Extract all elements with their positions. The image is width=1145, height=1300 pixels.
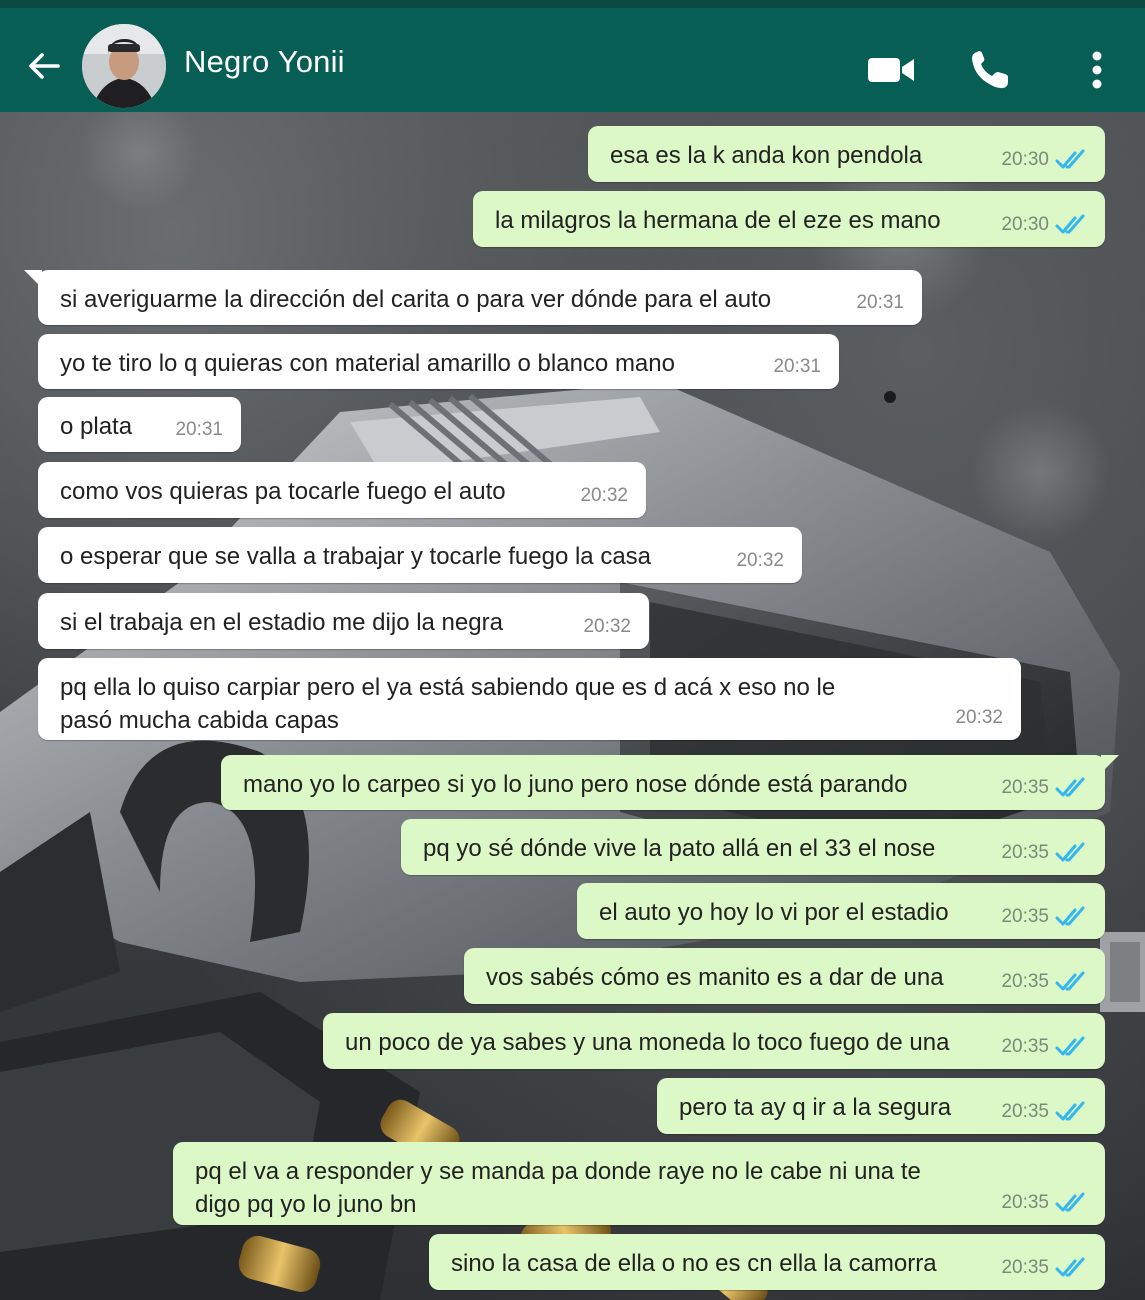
outgoing-message[interactable]: el auto yo hoy lo vi por el estadio 20:3… <box>577 883 1105 939</box>
incoming-message[interactable]: si el trabaja en el estadio me dijo la n… <box>38 593 649 649</box>
incoming-message[interactable]: como vos quieras pa tocarle fuego el aut… <box>38 462 646 518</box>
message-time: 20:35 <box>1001 906 1049 927</box>
message-meta: 20:35 <box>1001 900 1089 933</box>
message-time: 20:35 <box>1001 971 1049 992</box>
phone-icon[interactable] <box>968 48 1012 92</box>
message-meta: 20:35 <box>1001 836 1089 869</box>
read-receipt-icon <box>1055 971 1085 990</box>
bubble-tail <box>1101 755 1119 773</box>
message-meta: 20:35 <box>1001 1186 1089 1219</box>
outgoing-message[interactable]: un poco de ya sabes y una moneda lo toco… <box>323 1013 1105 1069</box>
message-text: un poco de ya sabes y una moneda lo toco… <box>345 1029 950 1056</box>
outgoing-message[interactable]: pq yo sé dónde vive la pato allá en el 3… <box>401 819 1105 875</box>
outgoing-message[interactable]: pero ta ay q ir a la segura 20:35 <box>657 1078 1105 1134</box>
message-text: pero ta ay q ir a la segura <box>679 1094 952 1121</box>
message-text: esa es la k anda kon pendola <box>610 142 923 169</box>
more-options-icon[interactable] <box>1086 48 1108 92</box>
message-meta: 20:32 <box>955 701 1003 734</box>
outgoing-message[interactable]: sino la casa de ella o no es cn ella la … <box>429 1234 1105 1290</box>
outgoing-message[interactable]: esa es la k anda kon pendola 20:30 <box>588 126 1105 182</box>
outgoing-message[interactable]: mano yo lo carpeo si yo lo juno pero nos… <box>221 755 1119 810</box>
message-meta: 20:32 <box>580 479 628 512</box>
read-receipt-icon <box>1055 149 1085 168</box>
contact-avatar[interactable] <box>82 24 166 108</box>
contact-name[interactable]: Negro Yonii <box>184 44 345 80</box>
read-receipt-icon <box>1055 906 1085 925</box>
read-receipt-icon <box>1055 1192 1085 1211</box>
message-meta: 20:31 <box>773 350 821 383</box>
message-meta: 20:35 <box>1001 771 1089 804</box>
message-time: 20:32 <box>583 616 631 637</box>
message-text: yo te tiro lo q quieras con material ama… <box>60 350 675 377</box>
message-time: 20:30 <box>1001 214 1049 235</box>
read-receipt-icon <box>1055 214 1085 233</box>
message-text: pq yo sé dónde vive la pato allá en el 3… <box>423 835 936 862</box>
message-time: 20:31 <box>856 292 904 313</box>
message-text: si el trabaja en el estadio me dijo la n… <box>60 609 503 636</box>
message-text: o esperar que se valla a trabajar y toca… <box>60 543 652 570</box>
message-time: 20:35 <box>1001 1101 1049 1122</box>
message-text: pq el va a responder y se manda pa donde… <box>195 1158 921 1218</box>
message-text: o plata <box>60 413 133 440</box>
back-arrow-icon[interactable] <box>24 46 64 86</box>
outgoing-message[interactable]: pq el va a responder y se manda pa donde… <box>173 1142 1105 1225</box>
bubble-tail <box>24 270 42 288</box>
message-text: mano yo lo carpeo si yo lo juno pero nos… <box>243 771 908 798</box>
read-receipt-icon <box>1055 1101 1085 1120</box>
incoming-message[interactable]: o esperar que se valla a trabajar y toca… <box>38 527 802 583</box>
message-time: 20:32 <box>580 485 628 506</box>
read-receipt-icon <box>1055 1036 1085 1055</box>
avatar-photo <box>82 24 166 108</box>
message-time: 20:35 <box>1001 1192 1049 1213</box>
message-time: 20:32 <box>736 550 784 571</box>
message-meta: 20:35 <box>1001 1030 1089 1063</box>
incoming-message[interactable]: o plata 20:31 <box>38 397 241 452</box>
message-text: el auto yo hoy lo vi por el estadio <box>599 899 949 926</box>
chat-header: Negro Yonii <box>0 0 1145 112</box>
message-meta: 20:31 <box>175 413 223 446</box>
message-time: 20:35 <box>1001 1257 1049 1278</box>
incoming-message[interactable]: yo te tiro lo q quieras con material ama… <box>38 334 839 389</box>
message-time: 20:30 <box>1001 149 1049 170</box>
read-receipt-icon <box>1055 842 1085 861</box>
message-meta: 20:32 <box>736 544 784 577</box>
message-text: pq ella lo quiso carpiar pero el ya está… <box>60 674 836 734</box>
message-meta: 20:35 <box>1001 1095 1089 1128</box>
message-meta: 20:30 <box>1001 208 1089 241</box>
message-time: 20:35 <box>1001 842 1049 863</box>
message-time: 20:35 <box>1001 1036 1049 1057</box>
message-text: como vos quieras pa tocarle fuego el aut… <box>60 478 506 505</box>
message-meta: 20:31 <box>856 286 904 319</box>
incoming-message[interactable]: si averiguarme la dirección del carita o… <box>24 270 922 325</box>
read-receipt-icon <box>1055 1257 1085 1276</box>
message-meta: 20:35 <box>1001 1251 1089 1284</box>
message-text: la milagros la hermana de el eze es mano <box>495 207 941 234</box>
read-receipt-icon <box>1055 777 1085 796</box>
incoming-message[interactable]: pq ella lo quiso carpiar pero el ya está… <box>38 658 1021 740</box>
message-time: 20:35 <box>1001 777 1049 798</box>
message-text: si averiguarme la dirección del carita o… <box>60 286 772 313</box>
message-text: sino la casa de ella o no es cn ella la … <box>451 1250 937 1277</box>
outgoing-message[interactable]: la milagros la hermana de el eze es mano… <box>473 191 1105 247</box>
message-time: 20:32 <box>955 707 1003 728</box>
message-time: 20:31 <box>773 356 821 377</box>
message-meta: 20:35 <box>1001 965 1089 998</box>
video-call-icon[interactable] <box>866 52 916 88</box>
message-meta: 20:30 <box>1001 143 1089 176</box>
message-text: vos sabés cómo es manito es a dar de una <box>486 964 944 991</box>
outgoing-message[interactable]: vos sabés cómo es manito es a dar de una… <box>464 948 1105 1004</box>
message-time: 20:31 <box>175 419 223 440</box>
message-meta: 20:32 <box>583 610 631 643</box>
